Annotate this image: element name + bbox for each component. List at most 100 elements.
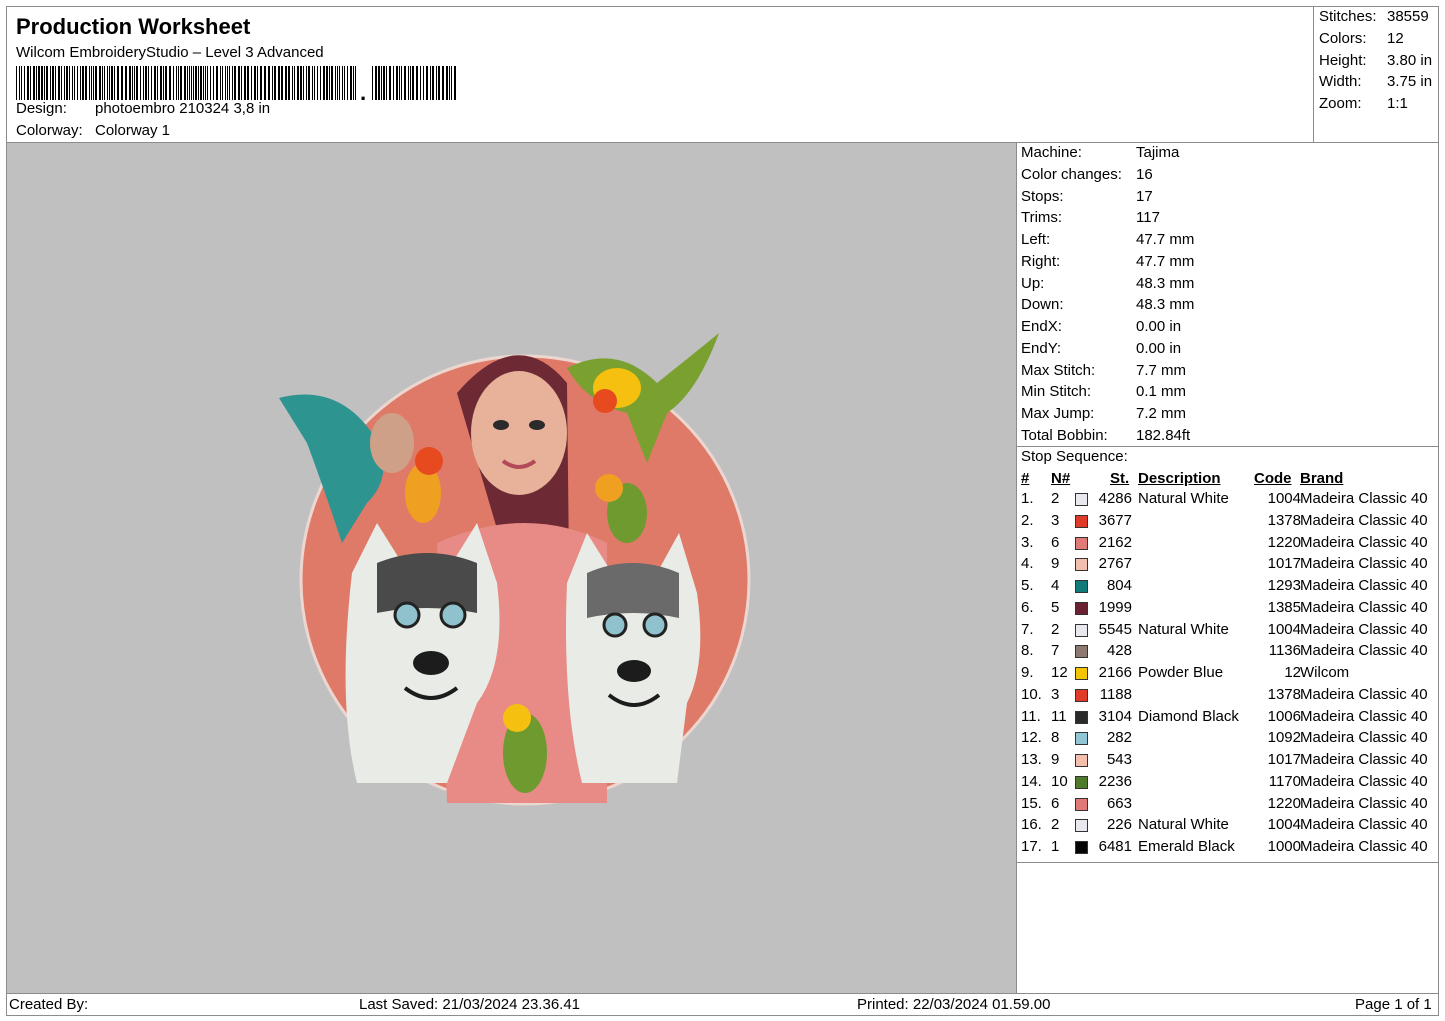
colors-label: Colors: — [1319, 30, 1367, 47]
barcode-bar — [102, 66, 103, 100]
barcode-bar — [241, 66, 242, 100]
barcode-bar — [111, 66, 113, 100]
row-stitches: 428 — [1106, 642, 1132, 660]
stop-sequence-row: 17. 1 6481 Emerald Black 1000 Madeira Classic… — [1017, 838, 1439, 860]
barcode-bar — [257, 66, 258, 100]
width-label: Width: — [1319, 73, 1362, 90]
barcode-bar — [326, 66, 328, 100]
barcode-bar — [50, 66, 51, 100]
barcode-bar — [399, 66, 400, 100]
barcode-bar — [21, 66, 22, 100]
barcode-bar — [451, 66, 452, 100]
row-code: 1378 — [1267, 685, 1301, 703]
barcode-bar — [393, 66, 394, 100]
barcode-bar — [121, 66, 123, 100]
machine-info-panel: Machine: Tajima Color changes: 16 Stops: 17 Tr… — [1016, 143, 1439, 993]
barcode-bar — [247, 66, 249, 100]
machine-info-row: Max Stitch: 7.7 mm — [1021, 362, 1186, 379]
barcode-bar — [292, 66, 293, 100]
barcode-bar — [238, 66, 240, 100]
row-brand: Madeira Classic 40 — [1300, 577, 1428, 594]
barcode-bar — [426, 66, 428, 100]
barcode-bar — [244, 66, 246, 100]
barcode-bar — [438, 66, 440, 100]
row-stitches: 2767 — [1098, 555, 1132, 573]
barcode-bar — [24, 66, 25, 100]
barcode-bar — [234, 66, 236, 100]
row-index: 6. — [1021, 598, 1034, 616]
colorway-label: Colorway: — [16, 122, 83, 139]
design-preview — [7, 143, 1016, 993]
barcode-bar — [281, 66, 283, 100]
row-stitches: 2162 — [1098, 533, 1132, 551]
row-index: 2. — [1021, 511, 1034, 529]
barcode-bar — [33, 66, 35, 100]
row-index: 11. — [1021, 707, 1041, 725]
machine-info-value: 182.84ft — [1136, 426, 1191, 444]
color-swatch — [1075, 754, 1088, 767]
row-code: 1092 — [1267, 729, 1301, 747]
machine-info-row: Trims: 117 — [1021, 209, 1160, 226]
stop-sequence-row: 5. 4 804 1293 Madeira Classic 40 — [1017, 577, 1439, 599]
color-swatch — [1075, 819, 1088, 833]
barcode-bar — [132, 66, 133, 100]
row-brand: Madeira Classic 40 — [1300, 729, 1428, 747]
barcode-bar — [173, 66, 174, 100]
barcode-bar — [46, 66, 48, 100]
machine-info-row: Up: 48.3 mm — [1021, 275, 1194, 292]
barcode-bar — [143, 66, 144, 100]
barcode-bar — [375, 66, 377, 100]
color-swatch — [1075, 601, 1088, 615]
barcode-bar — [80, 66, 81, 100]
zoom-row: Zoom: 1:1 — [1319, 95, 1408, 112]
color-swatch — [1075, 558, 1088, 572]
barcode-bar — [200, 66, 202, 100]
barcode-bar — [432, 66, 434, 100]
row-index: 8. — [1021, 642, 1034, 660]
machine-info-row: Left: 47.7 mm — [1021, 231, 1194, 248]
barcode-bar — [344, 66, 345, 100]
barcode-bar — [38, 66, 40, 100]
barcode-bar — [389, 66, 391, 100]
height-label: Height: — [1319, 52, 1367, 69]
row-needle: 7 — [1051, 642, 1060, 660]
barcode-bar — [404, 66, 406, 100]
barcode: , — [16, 66, 456, 100]
header-index: # — [1021, 470, 1030, 487]
stop-sequence-row: 8. 7 428 1136 Madeira Classic 40 — [1017, 642, 1439, 664]
barcode-bar — [69, 66, 70, 100]
color-swatch — [1075, 797, 1088, 811]
barcode-bar — [272, 66, 273, 100]
color-swatch — [1075, 667, 1088, 680]
color-swatch — [1075, 493, 1088, 506]
barcode-bar — [55, 66, 56, 100]
barcode-bar — [140, 66, 141, 100]
row-brand: Madeira Classic 40 — [1300, 642, 1428, 660]
stitches-label: Stitches: — [1319, 8, 1377, 25]
row-needle: 3 — [1051, 685, 1060, 703]
barcode-bar — [294, 66, 295, 100]
design-row: Design: photoembro 210324 3,8 in — [16, 100, 270, 117]
row-index: 12. — [1021, 729, 1042, 747]
row-code: 1220 — [1267, 794, 1301, 812]
row-needle: 10 — [1051, 772, 1068, 790]
row-description: Diamond Black — [1138, 707, 1239, 725]
barcode-bar — [58, 66, 60, 100]
color-swatch — [1075, 710, 1088, 724]
barcode-bar — [264, 66, 266, 100]
barcode-bar — [129, 66, 131, 100]
barcode-bar — [222, 66, 223, 100]
row-brand: Madeira Classic 40 — [1300, 598, 1428, 616]
header-brand: Brand — [1300, 470, 1344, 487]
barcode-bar — [216, 66, 218, 100]
machine-info-row: Stops: 17 — [1021, 188, 1153, 205]
row-needle: 2 — [1051, 620, 1060, 638]
barcode-bar — [109, 66, 110, 100]
row-index: 5. — [1021, 577, 1034, 594]
row-description: Powder Blue — [1138, 664, 1224, 681]
row-index: 4. — [1021, 555, 1034, 573]
barcode-bar — [260, 66, 262, 100]
barcode-bar — [383, 66, 385, 100]
barcode-bar — [198, 66, 199, 100]
barcode-bar — [303, 66, 304, 100]
